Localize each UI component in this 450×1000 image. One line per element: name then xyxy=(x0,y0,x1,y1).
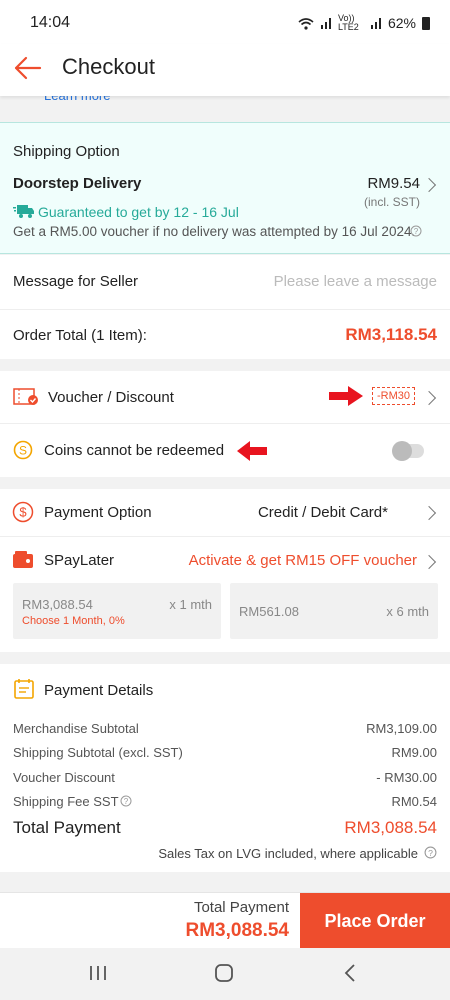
detail-value: - RM30.00 xyxy=(376,770,437,785)
back-arrow-icon[interactable] xyxy=(12,52,44,84)
system-nav-bar xyxy=(0,948,450,1000)
spaylater-label: SPayLater xyxy=(44,552,115,569)
tax-note: Sales Tax on LVG included, where applica… xyxy=(158,846,418,861)
shipping-option-section[interactable]: Shipping Option Doorstep Delivery RM9.54… xyxy=(0,122,450,254)
message-input[interactable]: Please leave a message xyxy=(274,273,437,290)
voucher-label: Voucher / Discount xyxy=(48,389,174,406)
voucher-coins-section: Voucher / Discount -RM30 S Coins cannot … xyxy=(0,371,450,477)
message-order-section: Message for Seller Please leave a messag… xyxy=(0,255,450,359)
status-bar: 14:04 Vo)) LTE2 62% xyxy=(0,0,450,44)
signal-icon-2 xyxy=(370,18,381,29)
status-icons: Vo)) LTE2 62% xyxy=(298,14,430,32)
receipt-icon xyxy=(14,679,34,699)
toggle-knob xyxy=(392,441,412,461)
detail-label: Shipping Fee SST xyxy=(13,794,119,809)
detail-value: RM3,109.00 xyxy=(366,721,437,736)
chevron-right-icon xyxy=(421,505,437,521)
checkout-header: Checkout xyxy=(0,44,450,96)
chevron-right-icon xyxy=(421,390,437,406)
detail-label: Voucher Discount xyxy=(13,770,115,785)
payment-details-title: Payment Details xyxy=(44,682,154,699)
home-icon[interactable] xyxy=(214,963,234,983)
voucher-tag: -RM30 xyxy=(372,387,416,405)
help-icon[interactable]: ? xyxy=(424,846,437,859)
spaylater-promo: Activate & get RM15 OFF voucher xyxy=(188,552,417,569)
lte-indicator: Vo)) LTE2 xyxy=(337,13,359,32)
chevron-right-icon xyxy=(421,177,437,193)
wifi-icon xyxy=(298,17,314,30)
order-total-value: RM3,118.54 xyxy=(345,325,437,344)
shipping-option-title: Shipping Option xyxy=(13,143,120,160)
footer-total-value: RM3,088.54 xyxy=(185,920,289,941)
message-label: Message for Seller xyxy=(13,273,139,290)
back-nav-icon[interactable] xyxy=(342,963,358,983)
dollar-icon: $ xyxy=(12,501,34,523)
battery-percent: 62% xyxy=(387,15,416,31)
voucher-row[interactable]: Voucher / Discount -RM30 xyxy=(0,371,450,423)
detail-label: Merchandise Subtotal xyxy=(13,721,139,736)
battery-icon xyxy=(422,16,430,30)
detail-value: RM0.54 xyxy=(391,794,437,809)
recent-apps-icon[interactable] xyxy=(88,964,108,982)
status-time: 14:04 xyxy=(30,14,71,31)
plan-term: x 1 mth xyxy=(169,597,212,612)
svg-text:?: ? xyxy=(124,797,129,806)
order-total-label: Order Total (1 Item): xyxy=(13,327,147,344)
svg-text:$: $ xyxy=(19,505,27,520)
spaylater-row[interactable]: SPayLater Activate & get RM15 OFF vouche… xyxy=(0,537,450,581)
shipping-price-note: (incl. SST) xyxy=(363,195,420,209)
coin-icon: S xyxy=(13,440,33,460)
delivery-truck-icon xyxy=(13,205,34,218)
svg-text:?: ? xyxy=(414,227,419,236)
help-icon[interactable]: ? xyxy=(410,225,422,237)
coins-toggle[interactable] xyxy=(392,441,424,461)
red-arrow-right-icon xyxy=(329,386,363,406)
shipping-price: RM9.54 xyxy=(367,175,420,192)
plan-amount: RM561.08 xyxy=(239,604,299,619)
help-icon[interactable]: ? xyxy=(120,795,132,807)
paylater-plan-card[interactable]: RM3,088.54 x 1 mth Choose 1 Month, 0% xyxy=(13,583,221,639)
detail-value: RM9.00 xyxy=(391,745,437,760)
red-arrow-left-icon xyxy=(237,441,267,461)
coins-label: Coins cannot be redeemed xyxy=(44,442,225,459)
payment-option-value: Credit / Debit Card* xyxy=(257,504,388,521)
place-order-button[interactable]: Place Order xyxy=(300,893,450,949)
plan-amount: RM3,088.54 xyxy=(22,597,93,612)
delivery-voucher-note: Get a RM5.00 voucher if no delivery was … xyxy=(13,224,416,239)
voucher-icon xyxy=(13,388,38,405)
signal-icon xyxy=(320,18,331,29)
payment-details-section: Payment Details Merchandise Subtotal RM3… xyxy=(0,664,450,872)
svg-text:?: ? xyxy=(428,848,433,858)
paylater-plan-card[interactable]: RM561.08 x 6 mth xyxy=(230,583,438,639)
divider xyxy=(0,309,450,310)
svg-text:S: S xyxy=(19,444,27,458)
plan-term: x 6 mth xyxy=(386,604,429,619)
checkout-bottom-bar: Total Payment RM3,088.54 Place Order xyxy=(0,892,450,949)
wallet-icon xyxy=(13,551,33,568)
detail-label: Shipping Subtotal (excl. SST) xyxy=(13,745,183,760)
payment-option-row[interactable]: $ Payment Option Credit / Debit Card* xyxy=(0,489,450,536)
total-payment-label: Total Payment xyxy=(13,818,121,837)
payment-option-label: Payment Option xyxy=(44,504,152,521)
footer-total-label: Total Payment xyxy=(193,899,289,916)
chevron-right-icon xyxy=(421,554,437,570)
page-title: Checkout xyxy=(62,54,155,79)
plan-note: Choose 1 Month, 0% xyxy=(22,615,125,627)
total-payment-value: RM3,088.54 xyxy=(344,818,437,837)
divider xyxy=(0,423,450,424)
shipping-method: Doorstep Delivery xyxy=(13,175,142,192)
delivery-guarantee: Guaranteed to get by 12 - 16 Jul xyxy=(38,204,239,220)
